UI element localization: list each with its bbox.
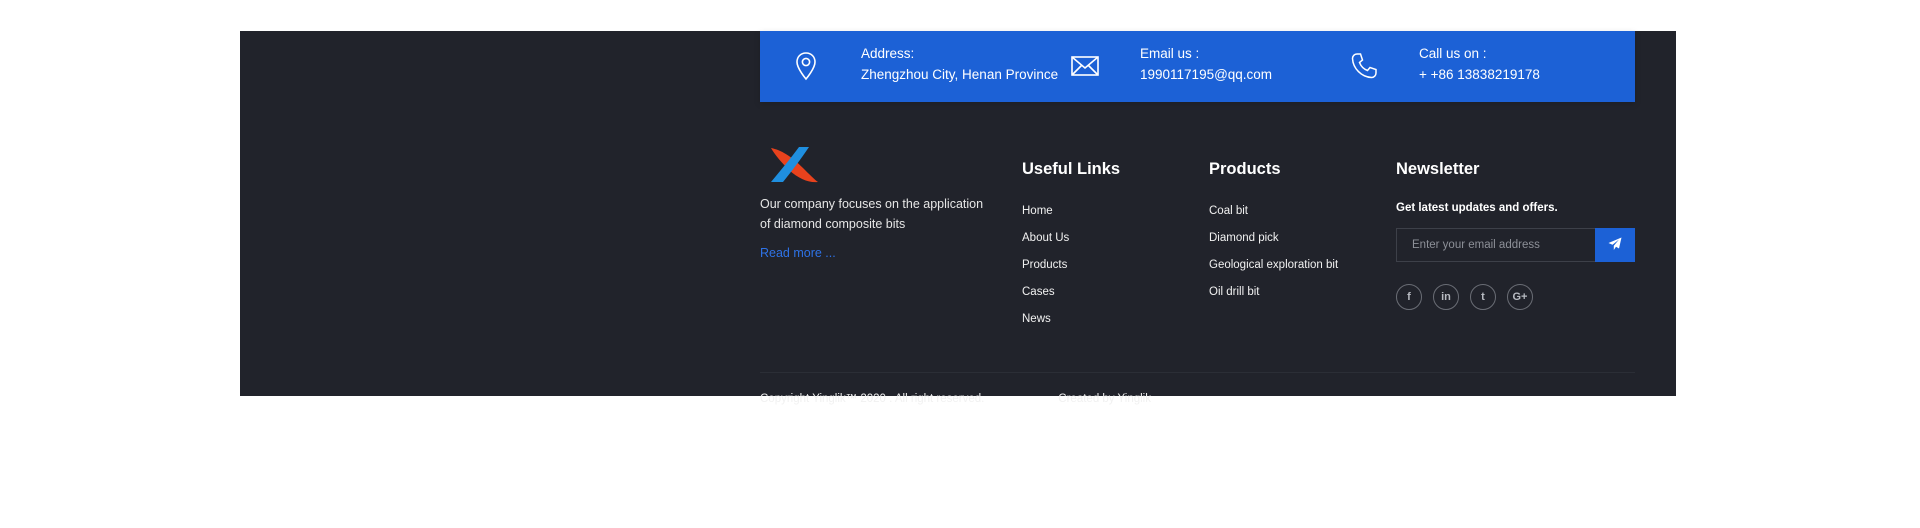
site-footer: Address: Zhengzhou City, Henan Province … xyxy=(240,31,1676,405)
linkedin-icon[interactable]: in xyxy=(1433,284,1459,310)
phone-link[interactable]: + +86 13838219178 xyxy=(1419,67,1540,82)
list-item: Coal bit xyxy=(1209,201,1338,228)
list-item: Geological exploration bit xyxy=(1209,255,1338,282)
products-title: Products xyxy=(1209,160,1281,178)
twitter-icon[interactable]: t xyxy=(1470,284,1496,310)
list-item: Products xyxy=(1022,255,1069,282)
link-about-us[interactable]: About Us xyxy=(1022,232,1069,244)
newsletter-email-input[interactable] xyxy=(1396,228,1595,262)
link-diamond-pick[interactable]: Diamond pick xyxy=(1209,232,1279,244)
products-list: Coal bit Diamond pick Geological explora… xyxy=(1209,201,1338,309)
link-news[interactable]: News xyxy=(1022,313,1051,325)
address-value: Zhengzhou City, Henan Province xyxy=(861,67,1059,82)
location-pin-icon xyxy=(790,50,822,82)
list-item: Oil drill bit xyxy=(1209,282,1338,309)
phone-icon xyxy=(1348,50,1380,82)
company-logo[interactable] xyxy=(765,146,819,184)
about-description: Our company focuses on the application o… xyxy=(760,197,984,231)
email-link[interactable]: 1990117195@qq.com xyxy=(1140,67,1272,82)
email-label: Email us : xyxy=(1140,46,1200,61)
footer-divider xyxy=(760,372,1635,373)
link-coal-bit[interactable]: Coal bit xyxy=(1209,205,1248,217)
copyright-text: Copyright Yinglik™ 2020 . All right rese… xyxy=(760,393,985,405)
envelope-icon xyxy=(1069,50,1101,82)
list-item: Home xyxy=(1022,201,1069,228)
link-oil-drill-bit[interactable]: Oil drill bit xyxy=(1209,286,1259,298)
link-home[interactable]: Home xyxy=(1022,205,1053,217)
phone-label: Call us on : xyxy=(1419,46,1487,61)
useful-links-title: Useful Links xyxy=(1022,160,1121,178)
newsletter-subtitle: Get latest updates and offers. xyxy=(1396,202,1558,214)
address-label: Address: xyxy=(861,46,915,61)
link-products[interactable]: Products xyxy=(1022,259,1067,271)
link-cases[interactable]: Cases xyxy=(1022,286,1055,298)
useful-links-list: Home About Us Products Cases News xyxy=(1022,201,1069,336)
facebook-icon[interactable]: f xyxy=(1396,284,1422,310)
newsletter-submit-button[interactable] xyxy=(1595,228,1635,262)
paper-plane-icon xyxy=(1608,237,1622,254)
read-more-link[interactable]: Read more ... xyxy=(760,246,836,260)
newsletter-title: Newsletter xyxy=(1396,160,1480,178)
list-item: Cases xyxy=(1022,282,1069,309)
link-geological-exploration-bit[interactable]: Geological exploration bit xyxy=(1209,259,1338,271)
created-by-text: Created by Yinglik xyxy=(1058,393,1151,405)
google-plus-icon[interactable]: G+ xyxy=(1507,284,1533,310)
list-item: News xyxy=(1022,309,1069,336)
list-item: Diamond pick xyxy=(1209,228,1338,255)
list-item: About Us xyxy=(1022,228,1069,255)
contact-bar: Address: Zhengzhou City, Henan Province … xyxy=(760,31,1635,102)
